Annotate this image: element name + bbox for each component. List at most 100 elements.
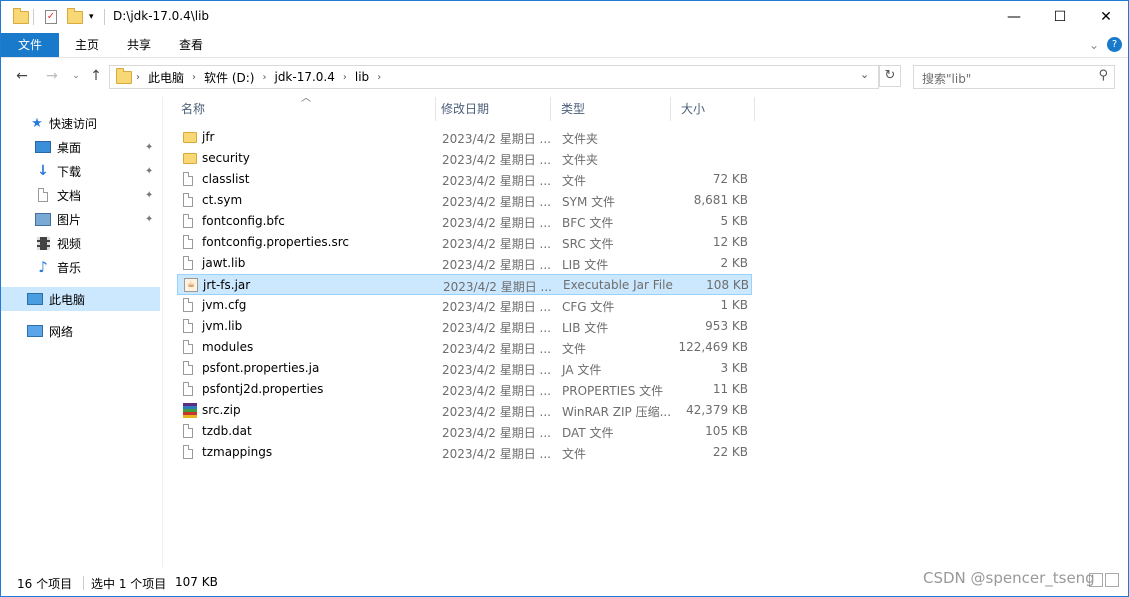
file-row[interactable]: fontconfig.properties.src 2023/4/2 星期日 ..…: [177, 232, 752, 253]
pin-icon[interactable]: ✦: [145, 214, 153, 225]
file-row[interactable]: src.zip 2023/4/2 星期日 ... WinRAR ZIP 压缩... 4…: [177, 400, 752, 421]
search-input[interactable]: 搜索"lib" ⚲: [913, 65, 1115, 89]
file-row[interactable]: ☕ jrt-fs.jar 2023/4/2 星期日 ... Executable Ja…: [177, 274, 752, 295]
file-date: 2023/4/2 星期日 ...: [442, 342, 551, 356]
file-row[interactable]: tzdb.dat 2023/4/2 星期日 ... DAT 文件 105 KB: [177, 421, 752, 442]
sidebar-item-network[interactable]: 网络: [1, 319, 160, 343]
crumb-jdk[interactable]: jdk-17.0.4: [270, 70, 338, 84]
file-icon: [183, 214, 195, 229]
search-icon[interactable]: ⚲: [1098, 68, 1108, 83]
refresh-icon[interactable]: ↻: [879, 65, 901, 87]
jar-file-icon: ☕: [184, 278, 198, 293]
column-header-type[interactable]: 类型: [551, 97, 671, 121]
minimize-button[interactable]: —: [991, 1, 1037, 33]
file-type: BFC 文件: [562, 216, 614, 230]
file-type: CFG 文件: [562, 300, 615, 314]
sidebar-item-label: 图片: [57, 212, 82, 227]
tab-file[interactable]: 文件: [1, 33, 59, 57]
status-divider: [83, 576, 84, 590]
properties-icon[interactable]: ✓: [45, 7, 57, 27]
file-row[interactable]: psfont.properties.ja 2023/4/2 星期日 ... JA 文…: [177, 358, 752, 379]
sidebar-item-videos[interactable]: 视频: [1, 231, 160, 255]
file-icon: [183, 445, 195, 460]
close-button[interactable]: ✕: [1083, 1, 1129, 33]
large-icons-view-icon[interactable]: [1105, 573, 1119, 587]
expand-ribbon-icon[interactable]: ⌄: [1085, 33, 1103, 57]
file-row[interactable]: ct.sym 2023/4/2 星期日 ... SYM 文件 8,681 KB: [177, 190, 752, 211]
file-icon: [183, 424, 195, 439]
file-size: 22 KB: [712, 445, 748, 459]
sidebar-item-this-pc[interactable]: 此电脑: [1, 287, 160, 311]
new-folder-icon[interactable]: [67, 7, 83, 27]
sidebar-item-quick-access[interactable]: ★ 快速访问: [1, 111, 160, 135]
videos-icon: [35, 235, 51, 251]
file-row[interactable]: modules 2023/4/2 星期日 ... 文件 122,469 KB: [177, 337, 752, 358]
download-icon: ↓: [37, 163, 49, 179]
sidebar-item-desktop[interactable]: 桌面 ✦: [1, 135, 160, 159]
file-row[interactable]: jvm.lib 2023/4/2 星期日 ... LIB 文件 953 KB: [177, 316, 752, 337]
column-header-name[interactable]: 名称: [171, 97, 436, 121]
file-row[interactable]: jvm.cfg 2023/4/2 星期日 ... CFG 文件 1 KB: [177, 295, 752, 316]
file-name: jfr: [202, 130, 215, 144]
pin-icon[interactable]: ✦: [145, 190, 153, 201]
file-type: SRC 文件: [562, 237, 614, 251]
file-size: 5 KB: [720, 214, 748, 228]
tab-view[interactable]: 查看: [171, 33, 211, 57]
tab-home[interactable]: 主页: [67, 33, 107, 57]
file-size: 122,469 KB: [678, 340, 748, 354]
crumb-separator[interactable]: ›: [132, 72, 144, 83]
help-icon[interactable]: ?: [1107, 37, 1122, 52]
file-size: 2 KB: [720, 256, 748, 270]
file-icon: [183, 340, 195, 355]
sidebar-item-label: 音乐: [57, 260, 82, 275]
customize-quick-access-icon[interactable]: ▾: [89, 7, 94, 27]
navigation-bar: ← → ⌄ ↑ › 此电脑 › 软件 (D:) › jdk-17.0.4 › l…: [1, 61, 1128, 91]
up-arrow-icon[interactable]: ↑: [87, 67, 105, 85]
recent-locations-chevron-icon[interactable]: ⌄: [67, 67, 85, 85]
crumb-lib[interactable]: lib: [351, 70, 373, 84]
pane-divider[interactable]: [162, 97, 163, 567]
file-name: jvm.lib: [202, 319, 243, 333]
column-header-size[interactable]: 大小: [671, 97, 755, 121]
file-size: 8,681 KB: [693, 193, 748, 207]
pin-icon[interactable]: ✦: [145, 142, 153, 153]
address-dropdown-icon[interactable]: ⌄: [860, 68, 869, 81]
forward-arrow-icon[interactable]: →: [43, 67, 61, 85]
file-row[interactable]: classlist 2023/4/2 星期日 ... 文件 72 KB: [177, 169, 752, 190]
file-icon: [183, 172, 195, 187]
back-arrow-icon[interactable]: ←: [13, 67, 31, 85]
file-type: 文件夹: [562, 132, 599, 146]
file-row[interactable]: security 2023/4/2 星期日 ... 文件夹: [177, 148, 752, 169]
crumb-separator[interactable]: ›: [258, 72, 270, 83]
crumb-drive-d[interactable]: 软件 (D:): [200, 69, 258, 86]
crumb-separator[interactable]: ›: [373, 72, 385, 83]
file-row[interactable]: jawt.lib 2023/4/2 星期日 ... LIB 文件 2 KB: [177, 253, 752, 274]
pin-icon[interactable]: ✦: [145, 166, 153, 177]
close-icon: ✕: [1100, 9, 1112, 25]
file-name: psfontj2d.properties: [202, 382, 324, 396]
tab-share[interactable]: 共享: [119, 33, 159, 57]
sidebar-item-music[interactable]: ♪ 音乐: [1, 255, 160, 279]
file-date: 2023/4/2 星期日 ...: [442, 132, 551, 146]
maximize-button[interactable]: ☐: [1037, 1, 1083, 33]
file-icon: [183, 235, 195, 250]
file-date: 2023/4/2 星期日 ...: [442, 363, 551, 377]
sidebar-item-documents[interactable]: 文档 ✦: [1, 183, 160, 207]
file-row[interactable]: psfontj2d.properties 2023/4/2 星期日 ... PROP…: [177, 379, 752, 400]
file-type: PROPERTIES 文件: [562, 384, 664, 398]
crumb-separator[interactable]: ›: [188, 72, 200, 83]
crumb-this-pc[interactable]: 此电脑: [144, 69, 188, 86]
column-header-date[interactable]: 修改日期: [431, 97, 551, 121]
ribbon-tabs: 文件 主页 共享 查看 ⌄ ?: [1, 33, 1128, 58]
address-bar[interactable]: › 此电脑 › 软件 (D:) › jdk-17.0.4 › lib › ⌄: [109, 65, 879, 89]
file-row[interactable]: fontconfig.bfc 2023/4/2 星期日 ... BFC 文件 5 KB: [177, 211, 752, 232]
file-row[interactable]: jfr 2023/4/2 星期日 ... 文件夹: [177, 127, 752, 148]
file-name: ct.sym: [202, 193, 243, 207]
sidebar-item-pictures[interactable]: 图片 ✦: [1, 207, 160, 231]
crumb-separator[interactable]: ›: [339, 72, 351, 83]
sidebar-item-downloads[interactable]: ↓ 下载 ✦: [1, 159, 160, 183]
sidebar-item-label: 网络: [49, 324, 74, 339]
file-row[interactable]: tzmappings 2023/4/2 星期日 ... 文件 22 KB: [177, 442, 752, 463]
file-date: 2023/4/2 星期日 ...: [442, 405, 551, 419]
search-placeholder: 搜索"lib": [922, 72, 972, 86]
